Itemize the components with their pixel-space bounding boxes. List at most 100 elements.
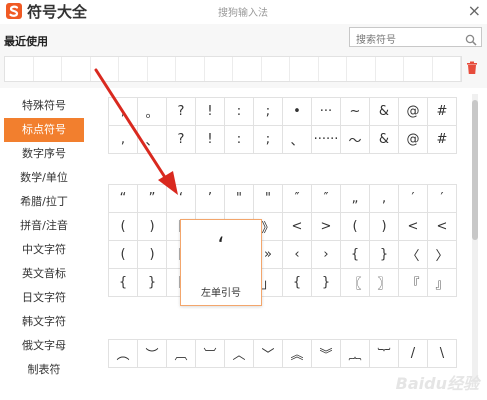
sidebar-item-chinese-chars[interactable]: 中文字符 [4, 238, 84, 262]
symbol-cell[interactable]: 、 [137, 125, 167, 154]
symbol-cell[interactable]: ( [108, 212, 138, 241]
symbol-cell[interactable]: ︺ [195, 339, 225, 368]
sidebar-item-number-sequence[interactable]: 数字序号 [4, 142, 84, 166]
symbol-cell[interactable]: ” [137, 184, 167, 213]
sidebar-item-pinyin-zhuyin[interactable]: 拼音/注音 [4, 214, 84, 238]
recent-slot[interactable] [176, 57, 205, 81]
recent-slot[interactable] [262, 57, 290, 81]
symbol-cell[interactable]: ‘ [166, 184, 196, 213]
symbol-cell[interactable]: / [398, 339, 428, 368]
symbol-cell[interactable]: # [427, 97, 457, 126]
symbol-cell[interactable]: , [108, 97, 138, 126]
symbol-cell[interactable]: ( [108, 240, 138, 269]
symbol-cell[interactable]: ﹀ [253, 339, 283, 368]
symbol-cell[interactable]: ′ [427, 184, 457, 213]
symbol-cell[interactable]: ; [253, 97, 283, 126]
symbol-cell[interactable]: ! [195, 97, 225, 126]
recent-slot[interactable] [205, 57, 233, 81]
symbol-cell[interactable]: 『 [398, 268, 428, 297]
symbol-cell[interactable]: › [311, 240, 341, 269]
recent-slot[interactable] [34, 57, 62, 81]
symbol-cell[interactable]: \ [427, 339, 457, 368]
symbol-cell[interactable]: 〈 [398, 240, 428, 269]
symbol-cell[interactable]: ( [340, 212, 370, 241]
symbol-cell[interactable]: 、 [282, 125, 312, 154]
symbol-cell[interactable]: ’ [195, 184, 225, 213]
symbol-cell[interactable]: 〉 [427, 240, 457, 269]
symbol-cell[interactable]: ︾ [311, 339, 341, 368]
scrollbar[interactable] [472, 94, 478, 384]
symbol-cell[interactable]: < [427, 212, 457, 241]
symbol-cell[interactable]: ︸ [369, 339, 399, 368]
sidebar-item-greek-latin[interactable]: 希腊/拉丁 [4, 190, 84, 214]
symbol-cell[interactable]: @ [398, 97, 428, 126]
symbol-cell[interactable]: 〖 [340, 268, 370, 297]
search-input[interactable] [350, 31, 464, 50]
symbol-cell[interactable]: } [369, 240, 399, 269]
recent-slot[interactable] [119, 57, 148, 81]
symbol-cell[interactable]: : [224, 125, 254, 154]
symbol-cell[interactable]: { [108, 268, 138, 297]
symbol-cell[interactable]: , [108, 125, 138, 154]
symbol-cell[interactable]: { [282, 268, 312, 297]
symbol-cell[interactable]: & [369, 125, 399, 154]
symbol-cell[interactable]: ? [166, 97, 196, 126]
symbol-cell[interactable]: ︷ [340, 339, 370, 368]
symbol-cell[interactable]: ) [137, 240, 167, 269]
search-icon[interactable] [465, 31, 477, 50]
recent-slot[interactable] [319, 57, 347, 81]
sidebar-item-russian-letters[interactable]: 俄文字母 [4, 334, 84, 358]
symbol-cell[interactable]: ︵ [108, 339, 138, 368]
symbol-cell[interactable]: 〗 [369, 268, 399, 297]
symbol-cell[interactable]: ′ [398, 184, 428, 213]
symbol-cell[interactable]: ! [195, 125, 225, 154]
symbol-cell[interactable]: " [224, 184, 254, 213]
symbol-cell[interactable]: } [137, 268, 167, 297]
symbol-cell[interactable]: ︽ [282, 339, 312, 368]
sidebar-item-math-units[interactable]: 数学/单位 [4, 166, 84, 190]
symbol-cell[interactable]: < [282, 212, 312, 241]
symbol-cell[interactable]: @ [398, 125, 428, 154]
symbol-cell[interactable]: } [311, 268, 341, 297]
symbol-cell[interactable]: { [340, 240, 370, 269]
sidebar-item-korean-chars[interactable]: 韩文字符 [4, 310, 84, 334]
symbol-cell[interactable]: ) [369, 212, 399, 241]
symbol-cell[interactable]: ︹ [166, 339, 196, 368]
symbol-cell[interactable]: ″ [282, 184, 312, 213]
scrollbar-thumb[interactable] [472, 100, 478, 240]
close-icon[interactable]: × [468, 1, 481, 20]
symbol-cell[interactable]: : [224, 97, 254, 126]
symbol-cell[interactable]: # [427, 125, 457, 154]
symbol-cell[interactable]: ; [253, 125, 283, 154]
symbol-cell[interactable]: ‚ [369, 184, 399, 213]
symbol-cell[interactable]: < [398, 212, 428, 241]
recent-slot[interactable] [347, 57, 376, 81]
symbol-cell[interactable]: 。 [137, 97, 167, 126]
recent-slot[interactable] [290, 57, 319, 81]
recent-slot[interactable] [376, 57, 404, 81]
recent-slot[interactable] [5, 57, 34, 81]
trash-icon[interactable] [466, 60, 478, 79]
recent-slot[interactable] [433, 57, 461, 81]
symbol-cell[interactable]: ″ [311, 184, 341, 213]
recent-slot[interactable] [404, 57, 433, 81]
sidebar-item-box-drawing[interactable]: 制表符 [4, 358, 84, 382]
sidebar-item-japanese-chars[interactable]: 日文字符 [4, 286, 84, 310]
symbol-cell[interactable]: ~ [340, 97, 370, 126]
recent-slot[interactable] [233, 57, 262, 81]
symbol-cell[interactable]: ······ [311, 125, 341, 154]
symbol-cell[interactable]: ︶ [137, 339, 167, 368]
symbol-cell[interactable]: ) [137, 212, 167, 241]
symbol-cell[interactable]: „ [340, 184, 370, 213]
symbol-cell[interactable]: 』 [427, 268, 457, 297]
sidebar-item-punctuation[interactable]: 标点符号 [4, 118, 84, 142]
symbol-cell[interactable]: > [311, 212, 341, 241]
symbol-cell[interactable]: ︿ [224, 339, 254, 368]
symbol-cell[interactable]: & [369, 97, 399, 126]
symbol-cell[interactable]: • [282, 97, 312, 126]
symbol-cell[interactable]: " [253, 184, 283, 213]
symbol-cell[interactable]: ‹ [282, 240, 312, 269]
symbol-cell[interactable]: ··· [311, 97, 341, 126]
search-box[interactable] [349, 27, 482, 50]
sidebar-item-english-phonetics[interactable]: 英文音标 [4, 262, 84, 286]
